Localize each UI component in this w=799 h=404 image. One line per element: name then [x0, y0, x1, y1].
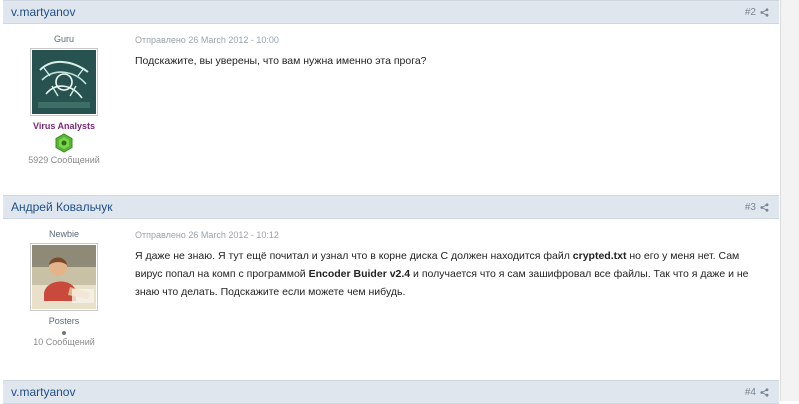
post-header: Андрей Ковальчук #3: [3, 195, 779, 219]
post-3: Андрей Ковальчук #3 Newbie Posters 10 Со…: [3, 195, 779, 378]
post-header: v.martyanov #4: [3, 380, 779, 404]
text-segment: Я даже не знаю. Я тут ещё почитал и узна…: [135, 250, 573, 262]
text-bold-program: Encoder Buider v2.4: [308, 268, 411, 280]
post-number-label[interactable]: #4: [745, 387, 756, 398]
author-name-link[interactable]: v.martyanov: [11, 385, 75, 399]
avatar[interactable]: [30, 243, 98, 311]
post-2: v.martyanov #2 Guru Virus Analysts 5929 …: [3, 0, 779, 194]
post-body: Guru Virus Analysts 5929 Сообщений Отпра…: [3, 24, 779, 194]
post-number-label[interactable]: #2: [745, 7, 756, 18]
share-icon[interactable]: [760, 7, 769, 17]
avatar[interactable]: [30, 48, 98, 116]
author-name-link[interactable]: v.martyanov: [11, 5, 75, 19]
post-body: Newbie Posters 10 Сообщений Отправлено 2…: [3, 219, 779, 378]
post-number-label[interactable]: #3: [745, 202, 756, 213]
post-4: v.martyanov #4: [3, 380, 779, 404]
post-date: Отправлено 26 March 2012 - 10:00: [135, 35, 279, 45]
post-count: 5929 Сообщений: [28, 155, 100, 165]
group-dot-icon: [62, 331, 66, 335]
post-number[interactable]: #2: [745, 7, 769, 18]
author-info: Guru Virus Analysts 5929 Сообщений: [3, 24, 125, 165]
post-date: Отправлено 26 March 2012 - 10:12: [135, 230, 279, 240]
author-info: Newbie Posters 10 Сообщений: [3, 219, 125, 347]
post-number[interactable]: #3: [745, 202, 769, 213]
post-number[interactable]: #4: [745, 387, 769, 398]
text-bold-filename: crypted.txt: [572, 250, 627, 262]
post-header: v.martyanov #2: [3, 0, 779, 24]
share-icon[interactable]: [760, 387, 769, 397]
member-rank: Guru: [53, 34, 74, 44]
scrollbar[interactable]: [780, 0, 799, 401]
post-text: Подскажите, вы уверены, что вам нужна им…: [135, 55, 427, 67]
forum-thread: v.martyanov #2 Guru Virus Analysts 5929 …: [0, 0, 781, 404]
member-group: Virus Analysts: [32, 121, 96, 131]
post-count: 10 Сообщений: [33, 337, 95, 347]
post-content: Отправлено 26 March 2012 - 10:00 Подскаж…: [135, 24, 765, 70]
group-badge-icon: [54, 133, 74, 153]
post-text: Я даже не знаю. Я тут ещё почитал и узна…: [135, 247, 765, 301]
member-rank: Newbie: [48, 229, 79, 239]
member-group: Posters: [48, 316, 80, 326]
share-icon[interactable]: [760, 202, 769, 212]
author-name-link[interactable]: Андрей Ковальчук: [11, 200, 113, 214]
post-content: Отправлено 26 March 2012 - 10:12 Я даже …: [135, 219, 765, 301]
